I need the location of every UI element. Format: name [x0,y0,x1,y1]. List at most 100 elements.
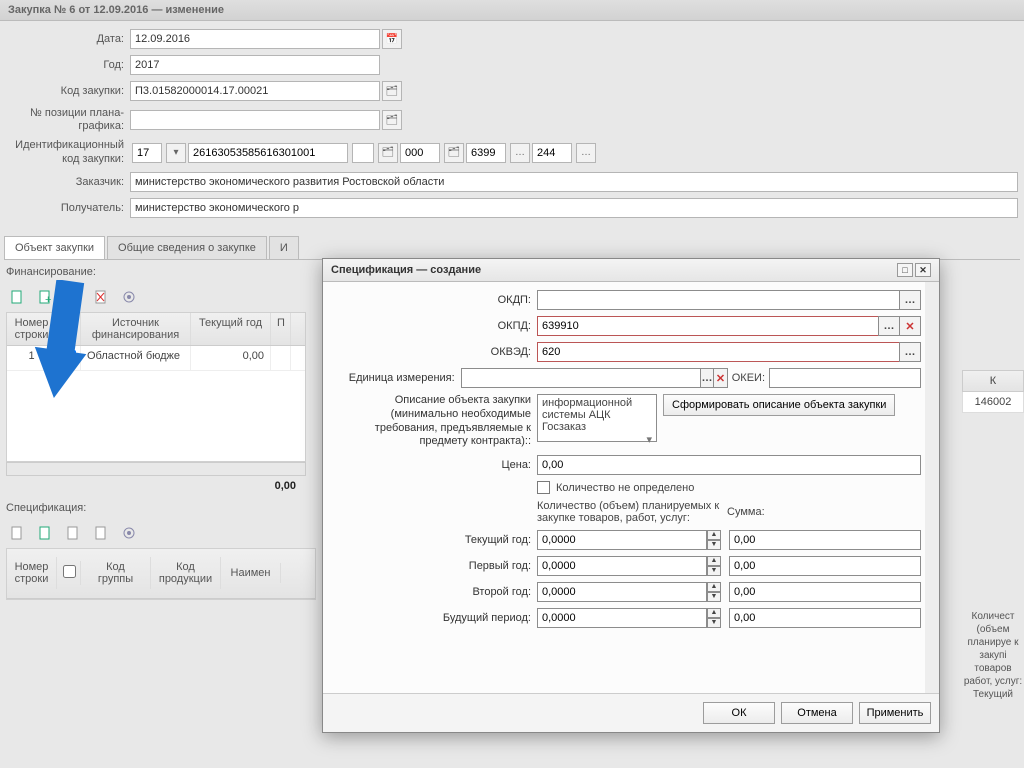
spec-dialog: Спецификация — создание □ ✕ ОКДП: … ОКПД… [322,258,940,733]
future-sum[interactable] [729,608,921,628]
right-col-cell: 146002 [962,392,1024,413]
cur-year-qty[interactable] [537,530,707,550]
idcode-part2[interactable] [188,143,348,163]
cell-source: Областной бюдже [81,346,191,370]
col-checkbox[interactable] [57,313,81,345]
tab-general[interactable]: Общие сведения о закупке [107,236,267,259]
tab-other[interactable]: И [269,236,299,259]
price-field[interactable] [537,455,921,475]
stepper-down-icon[interactable]: ▼ [707,540,721,550]
lookup-icon[interactable]: 🗂 [378,143,398,163]
okved-field[interactable] [537,342,900,362]
col-checkbox[interactable] [57,561,81,585]
col-group-code[interactable]: Код группы [81,557,151,589]
gear-icon[interactable] [118,522,140,544]
label-okdp: ОКДП: [327,294,537,306]
ellipsis-icon[interactable]: … [899,342,921,362]
year-field[interactable] [130,55,380,75]
cell-checkbox[interactable] [57,346,81,370]
okei-field[interactable] [769,368,921,388]
purchase-code-field[interactable] [130,81,380,101]
add-doc-icon[interactable]: + [34,286,56,308]
customer-field[interactable] [130,172,1018,192]
generate-description-button[interactable]: Сформировать описание объекта закупки [663,394,895,416]
stepper-up-icon[interactable]: ▲ [707,608,721,618]
future-qty[interactable] [537,608,707,628]
col-row-no[interactable]: Номер строки [7,557,57,589]
apply-button[interactable]: Применить [859,702,931,724]
ellipsis-icon[interactable]: … [576,143,596,163]
delete-doc-icon[interactable] [90,522,112,544]
label-purchase-code: Код закупки: [0,85,130,97]
idcode-part3[interactable] [400,143,440,163]
stepper-down-icon[interactable]: ▼ [707,592,721,602]
label-qty-undefined: Количество не определено [556,482,694,494]
ellipsis-icon[interactable]: … [700,368,715,388]
okdp-field[interactable] [537,290,900,310]
second-year-qty[interactable] [537,582,707,602]
maximize-icon[interactable]: □ [897,263,913,277]
idcode-blank[interactable] [352,143,374,163]
cell-current: 0,00 [191,346,271,370]
idcode-part5[interactable] [532,143,572,163]
new-doc-icon[interactable] [6,286,28,308]
cell-row-no: 1 [7,346,57,370]
label-price: Цена: [327,459,537,471]
label-year: Год: [0,59,130,71]
close-icon[interactable]: ✕ [915,263,931,277]
gear-icon[interactable] [118,286,140,308]
col-p[interactable]: П [271,313,291,345]
first-year-qty[interactable] [537,556,707,576]
financing-total: 0,00 [0,476,306,496]
clear-icon[interactable]: ✕ [713,368,728,388]
plan-position-field[interactable] [130,110,380,130]
recipient-field[interactable] [130,198,1018,218]
col-source[interactable]: Источник финансирования [81,313,191,345]
col-prod-code[interactable]: Код продукции [151,557,221,589]
date-field[interactable] [130,29,380,49]
table-row[interactable]: 1 Областной бюдже 0,00 [7,346,305,371]
h-scrollbar[interactable] [6,462,306,476]
calendar-icon[interactable]: 📅 [382,29,402,49]
cur-year-sum[interactable] [729,530,921,550]
copy-doc-icon[interactable] [62,286,84,308]
label-customer: Заказчик: [0,176,130,188]
tab-bar: Объект закупки Общие сведения о закупке … [4,236,1020,260]
window-title: Закупка № 6 от 12.09.2016 — изменение [0,0,1024,21]
first-year-sum[interactable] [729,556,921,576]
okpd-field[interactable] [537,316,879,336]
right-col-head[interactable]: К [962,370,1024,392]
second-year-sum[interactable] [729,582,921,602]
stepper-up-icon[interactable]: ▲ [707,582,721,592]
new-doc-icon[interactable] [6,522,28,544]
ellipsis-icon[interactable]: … [899,290,921,310]
stepper-up-icon[interactable]: ▲ [707,556,721,566]
lookup-icon[interactable]: 🗂 [382,81,402,101]
copy-doc-icon[interactable] [62,522,84,544]
stepper-up-icon[interactable]: ▲ [707,530,721,540]
ellipsis-icon[interactable]: … [510,143,530,163]
delete-doc-icon[interactable] [90,286,112,308]
stepper-down-icon[interactable]: ▼ [707,566,721,576]
financing-grid: Номер строки Источник финансирования Тек… [6,312,306,462]
cancel-button[interactable]: Отмена [781,702,853,724]
sum-column-header: Сумма: [727,506,765,518]
idcode-part4[interactable] [466,143,506,163]
description-field[interactable]: информационной системы АЦК Госзаказ ▾ [537,394,657,442]
stepper-down-icon[interactable]: ▼ [707,618,721,628]
add-doc-icon[interactable] [34,522,56,544]
col-current-year[interactable]: Текущий год [191,313,271,345]
ok-button[interactable]: ОК [703,702,775,724]
tab-object[interactable]: Объект закупки [4,236,105,259]
clear-icon[interactable]: ✕ [899,316,921,336]
chevron-down-icon[interactable]: ▾ [166,143,186,163]
ellipsis-icon[interactable]: … [878,316,900,336]
dialog-title-text: Спецификация — создание [331,264,481,276]
idcode-part1[interactable] [132,143,162,163]
qty-undefined-checkbox[interactable] [537,481,550,494]
lookup-icon[interactable]: 🗂 [444,143,464,163]
col-name[interactable]: Наимен [221,563,281,583]
lookup-icon[interactable]: 🗂 [382,110,402,130]
unit-field[interactable] [461,368,701,388]
col-row-no[interactable]: Номер строки [7,313,57,345]
